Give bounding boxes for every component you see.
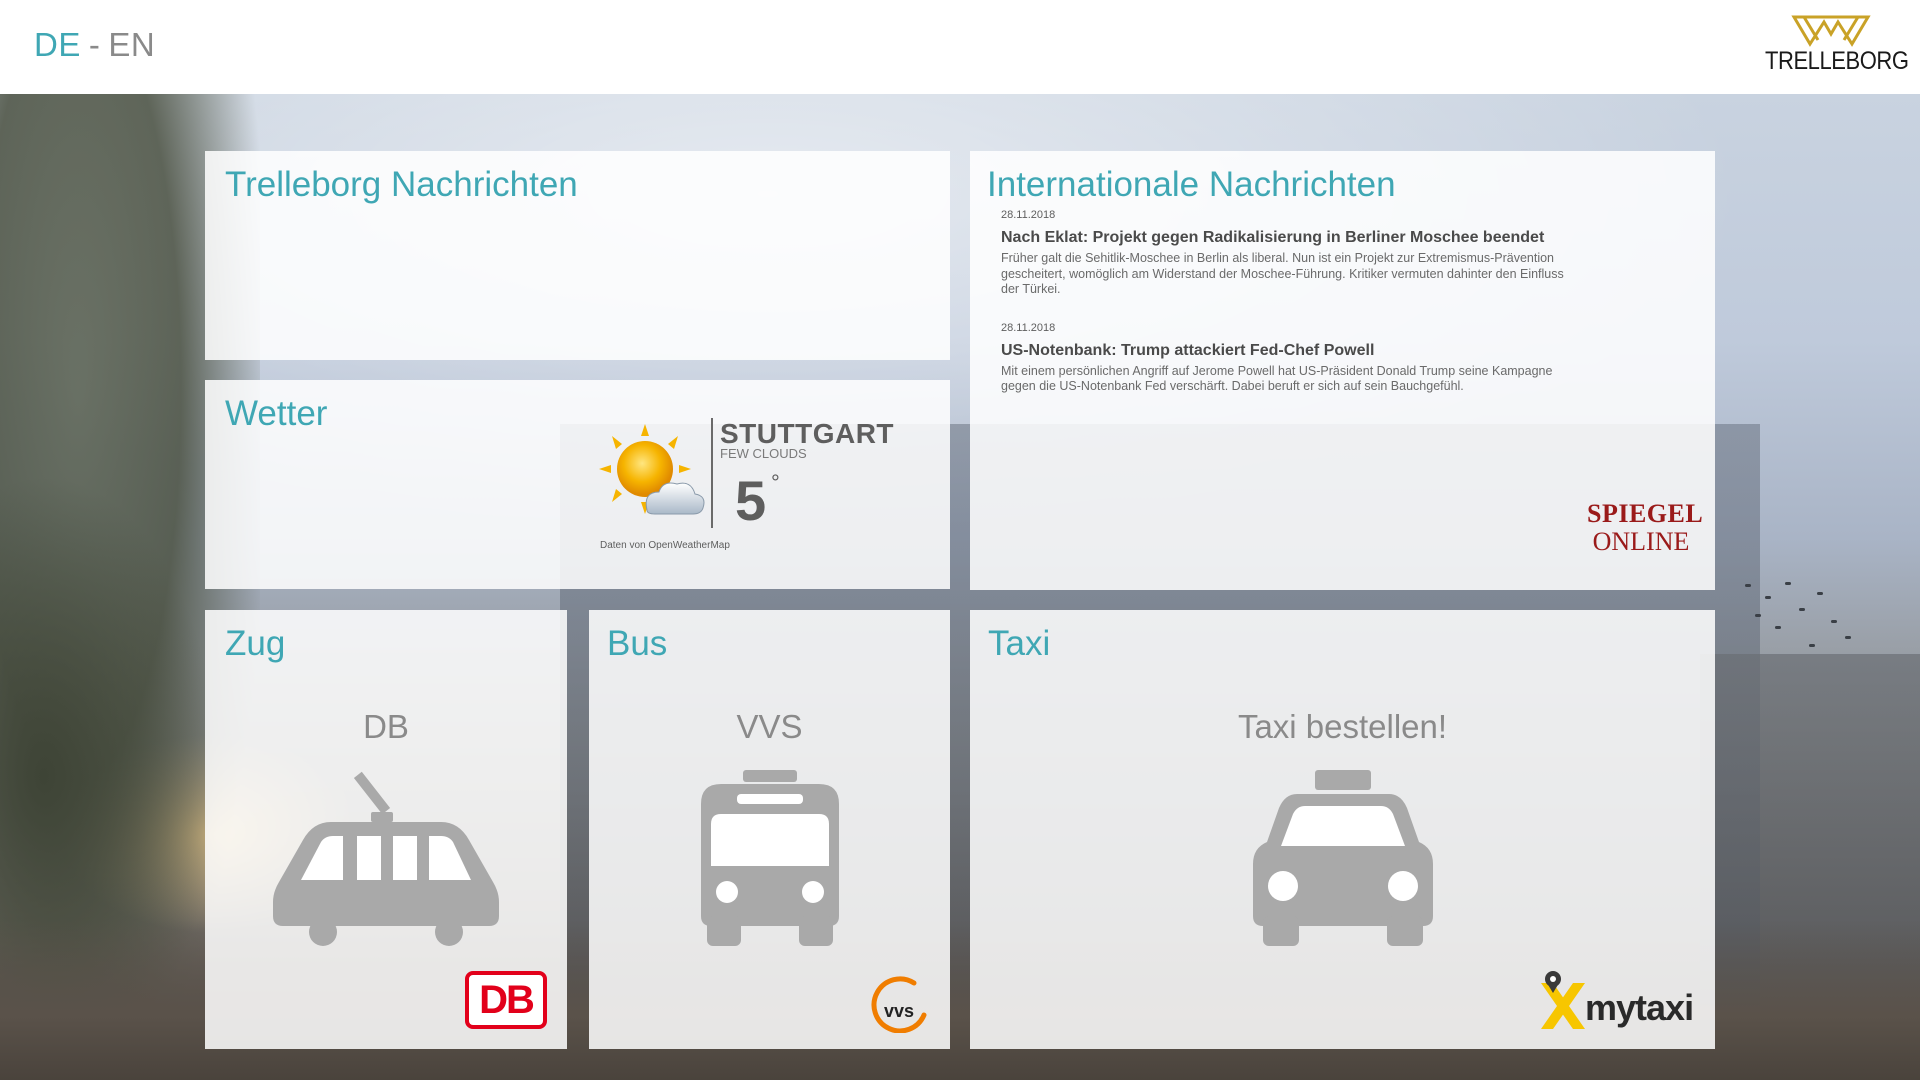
weather-condition: FEW CLOUDS: [720, 446, 807, 461]
panel-title: Bus: [607, 624, 668, 663]
vvs-logo-text: vvs: [884, 1001, 914, 1021]
language-switcher: DE - EN: [34, 26, 155, 64]
panel-title: Trelleborg Nachrichten: [225, 165, 578, 204]
news-date: 28.11.2018: [1001, 321, 1056, 334]
train-panel[interactable]: Zug DB DB: [205, 610, 567, 1049]
lang-separator: -: [88, 26, 101, 63]
news-date: 28.11.2018: [1001, 209, 1056, 221]
sun-with-cloud-icon: [599, 424, 705, 515]
bus-panel[interactable]: Bus VVS vvs: [589, 610, 950, 1049]
vvs-logo: vvs: [871, 976, 927, 1033]
taxi-icon[interactable]: [1251, 768, 1435, 948]
weather-degree: °: [771, 470, 780, 495]
news-list: 28.11.2018 Nach Eklat: Projekt gegen Rad…: [1001, 209, 1581, 419]
news-headline[interactable]: Nach Eklat: Projekt gegen Radikalisierun…: [1001, 228, 1581, 248]
mytaxi-wordmark: mytaxi: [1585, 987, 1694, 1028]
lang-de-button[interactable]: DE: [34, 26, 81, 63]
trelleborg-news-panel: Trelleborg Nachrichten: [205, 151, 950, 360]
news-headline[interactable]: US-Notenbank: Trump attackiert Fed-Chef …: [1001, 341, 1581, 361]
db-logo: DB: [465, 971, 547, 1029]
bus-provider-label: VVS: [736, 708, 803, 745]
mytaxi-logo: mytaxi: [1537, 969, 1697, 1031]
weather-temperature: 5: [735, 469, 767, 532]
spiegel-logo-line2: ONLINE: [1592, 527, 1690, 556]
bus-icon[interactable]: [695, 768, 845, 948]
tram-icon[interactable]: [271, 768, 501, 948]
spiegel-online-logo: SPIEGEL ONLINE: [1587, 499, 1704, 560]
panel-title: Wetter: [225, 394, 328, 433]
trelleborg-logo: TRELLEBORG: [1756, 14, 1909, 76]
trelleborg-emblem-icon: [1791, 15, 1871, 47]
news-item[interactable]: 28.11.2018 Nach Eklat: Projekt gegen Rad…: [1001, 209, 1581, 298]
news-teaser: Mit einem persönlichen Angriff auf Jerom…: [1001, 363, 1553, 394]
trelleborg-wordmark: TRELLEBORG: [1765, 47, 1909, 75]
taxi-panel[interactable]: Taxi Taxi bestellen! mytaxi: [970, 610, 1715, 1049]
international-news-panel: Internationale Nachrichten 28.11.2018 Na…: [970, 151, 1715, 590]
header: DE - EN TRELLEBORG: [0, 0, 1920, 94]
panel-title: Taxi: [988, 624, 1051, 663]
weather-credit: Daten von OpenWeatherMap: [600, 540, 730, 551]
panel-title: Zug: [225, 624, 286, 663]
lang-en-button[interactable]: EN: [108, 26, 155, 63]
news-item[interactable]: 28.11.2018 US-Notenbank: Trump attackier…: [1001, 322, 1581, 395]
weather-divider: [711, 418, 713, 528]
mytaxi-x-icon: [1541, 971, 1585, 1029]
weather-panel: Wetter STUTTGART FEW CLOUDS 5 ° Daten vo…: [205, 380, 950, 589]
spiegel-logo-line1: SPIEGEL: [1587, 499, 1704, 528]
panel-title: Internationale Nachrichten: [987, 165, 1396, 204]
train-provider-label: DB: [363, 708, 409, 745]
birds-decoration: [1735, 574, 1855, 664]
taxi-order-label[interactable]: Taxi bestellen!: [970, 708, 1715, 746]
news-teaser: Früher galt die Sehitlik-Moschee in Berl…: [1001, 251, 1564, 296]
